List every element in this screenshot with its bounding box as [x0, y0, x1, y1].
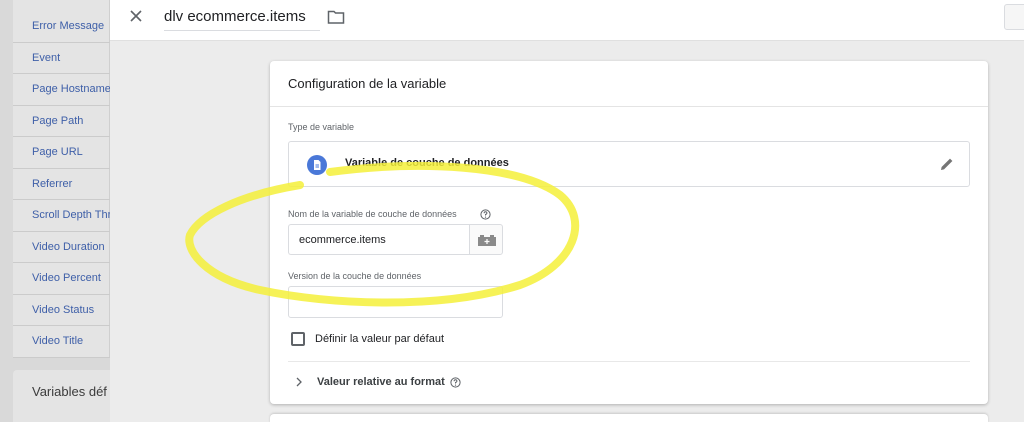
background-list-item: Error Message — [13, 11, 110, 43]
variable-type-name: Variable de couche de données — [345, 157, 509, 169]
close-icon[interactable] — [127, 7, 145, 25]
background-list-item: Scroll Depth Threshold — [13, 200, 110, 232]
background-list-item: Page Path — [13, 106, 110, 137]
title-underline — [164, 30, 320, 31]
dl-version-label: Version de la couche de données — [288, 271, 422, 281]
background-list-item: Video Title — [13, 326, 110, 358]
background-section-title: Variables déf — [32, 384, 107, 399]
format-value-toggle[interactable]: Valeur relative au format — [317, 376, 445, 388]
card-title: Configuration de la variable — [288, 76, 447, 91]
default-value-label: Définir la valeur par défaut — [315, 333, 445, 345]
variable-type-label: Type de variable — [288, 122, 355, 132]
edit-pencil-icon[interactable] — [939, 156, 955, 172]
variable-brick-icon — [478, 235, 496, 246]
next-card-edge — [270, 414, 988, 422]
background-list-item: Video Duration — [13, 232, 110, 263]
save-button[interactable] — [1004, 4, 1024, 30]
background-list-item: Referrer — [13, 169, 110, 200]
insert-variable-button[interactable] — [469, 224, 503, 255]
chevron-right-icon[interactable] — [294, 376, 304, 388]
variable-configuration-card: Configuration de la variable Type de var… — [270, 61, 988, 404]
background-list-item: Event — [13, 43, 110, 74]
background-list-item: Page Hostname — [13, 74, 110, 106]
default-value-checkbox[interactable] — [291, 332, 305, 346]
variable-name-title[interactable]: dlv ecommerce.items — [164, 8, 306, 25]
dl-variable-name-label: Nom de la variable de couche de données — [288, 209, 457, 219]
document-icon — [307, 155, 327, 175]
dl-variable-name-input[interactable]: ecommerce.items — [288, 224, 470, 255]
variable-type-selector[interactable]: Variable de couche de données — [288, 141, 970, 187]
background-list-item: Video Status — [13, 295, 110, 326]
variable-editor-drawer: dlv ecommerce.items Configuration de la … — [110, 0, 1024, 422]
background-section-card: Variables déf — [13, 370, 110, 422]
background-list-item: Page URL — [13, 137, 110, 169]
folder-icon[interactable] — [327, 9, 345, 25]
background-list-item: Video Percent — [13, 263, 110, 295]
dl-version-select[interactable] — [288, 286, 503, 318]
divider — [270, 106, 988, 107]
drawer-header: dlv ecommerce.items — [110, 0, 1024, 41]
help-icon[interactable] — [450, 377, 461, 388]
help-icon[interactable] — [480, 209, 491, 220]
divider — [288, 361, 970, 362]
